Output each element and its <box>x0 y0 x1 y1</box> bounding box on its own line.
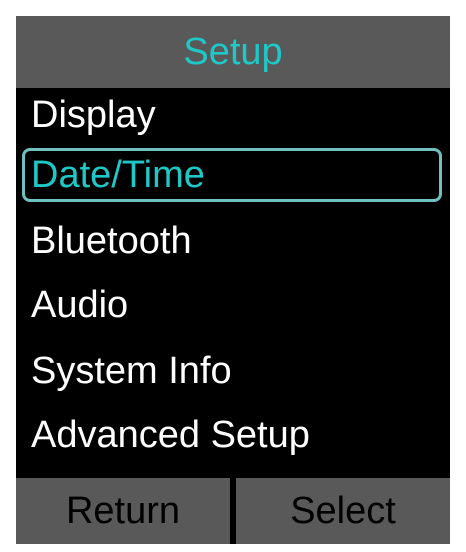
menu-item-audio[interactable]: Audio <box>22 278 442 332</box>
softkey-bar: Return Select <box>16 478 450 544</box>
title-bar: Setup <box>16 16 450 88</box>
page-title: Setup <box>183 31 283 73</box>
menu-item-display[interactable]: Display <box>22 88 442 142</box>
menu-item-bluetooth[interactable]: Bluetooth <box>22 214 442 268</box>
menu-item-advanced-setup[interactable]: Advanced Setup <box>22 408 442 462</box>
select-button[interactable]: Select <box>236 478 450 544</box>
phone-screen: Setup Display Date/Time Bluetooth Audio … <box>16 16 450 544</box>
return-button[interactable]: Return <box>16 478 230 544</box>
setup-menu: Display Date/Time Bluetooth Audio System… <box>16 88 450 480</box>
menu-item-date-time[interactable]: Date/Time <box>22 148 442 202</box>
menu-item-system-info[interactable]: System Info <box>22 344 442 398</box>
